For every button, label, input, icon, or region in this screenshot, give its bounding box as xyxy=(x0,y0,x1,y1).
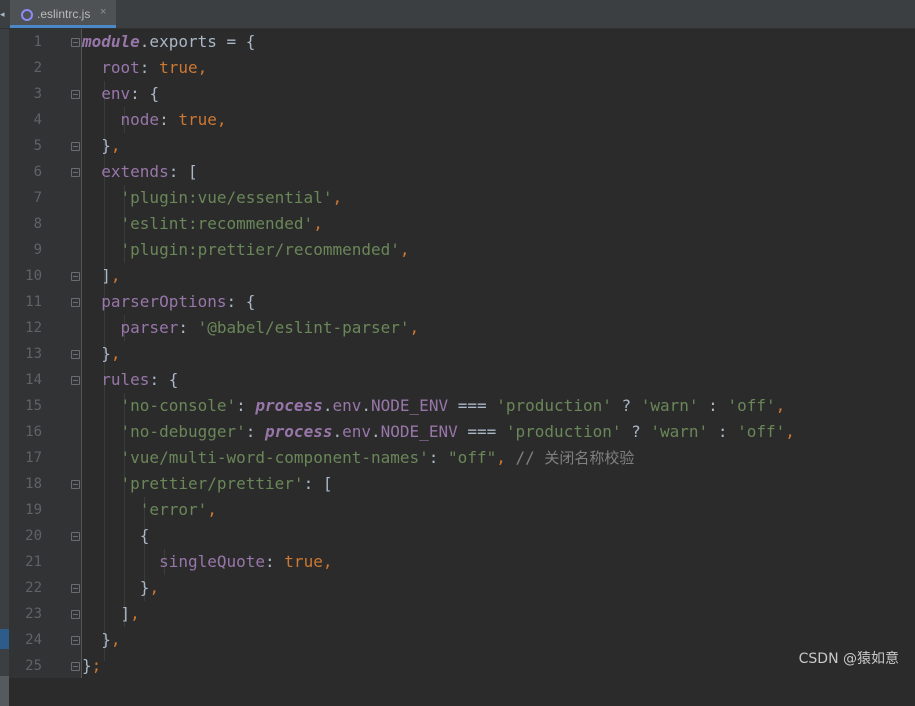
tab-filename: .eslintrc.js xyxy=(37,7,91,21)
tab-eslintrc[interactable]: .eslintrc.js × xyxy=(10,0,116,28)
code-line: ], xyxy=(120,604,140,623)
strip-marker[interactable] xyxy=(0,629,9,649)
watermark: CSDN @猿如意 xyxy=(798,651,899,667)
line-number[interactable]: 18 xyxy=(9,471,42,497)
code-line: }, xyxy=(139,578,160,597)
fold-marker-icon[interactable] xyxy=(71,662,80,671)
line-number[interactable]: 25 xyxy=(9,653,42,679)
eslint-config-icon xyxy=(21,9,33,21)
fold-marker-icon[interactable] xyxy=(71,272,80,281)
line-number[interactable]: 5 xyxy=(9,133,42,159)
code-line: 'plugin:vue/essential', xyxy=(120,188,343,207)
fold-marker-icon[interactable] xyxy=(71,532,80,541)
code-line: extends: [ xyxy=(101,162,198,181)
code-line: 'no-console': process.env.NODE_ENV === '… xyxy=(120,396,786,415)
code-line: }, xyxy=(101,344,121,363)
fold-marker-icon[interactable] xyxy=(71,142,80,151)
code-line: 'prettier/prettier': [ xyxy=(120,474,333,493)
fold-marker-icon[interactable] xyxy=(71,168,80,177)
code-line: root: true, xyxy=(101,58,208,77)
code-editor[interactable]: module.exports = { root: true, env: { no… xyxy=(82,29,915,678)
code-line: }, xyxy=(101,136,121,155)
line-number[interactable]: 2 xyxy=(9,55,42,81)
tab-scroll-arrow-icon[interactable]: ◂ xyxy=(0,10,5,20)
code-line: 'error', xyxy=(139,500,217,519)
code-line: }; xyxy=(82,656,102,675)
code-line: env: { xyxy=(101,84,160,103)
line-number[interactable]: 12 xyxy=(9,315,42,341)
code-line: singleQuote: true, xyxy=(159,552,333,571)
line-number[interactable]: 23 xyxy=(9,601,42,627)
line-number[interactable]: 1 xyxy=(9,29,42,55)
code-line: module.exports = { xyxy=(82,32,256,51)
tool-window-strip xyxy=(0,29,9,706)
code-line: parserOptions: { xyxy=(101,292,256,311)
line-number[interactable]: 7 xyxy=(9,185,42,211)
fold-marker-icon[interactable] xyxy=(71,584,80,593)
fold-marker-icon[interactable] xyxy=(71,38,80,47)
code-line: 'vue/multi-word-component-names': "off",… xyxy=(120,448,635,467)
editor-tab-bar: ◂ .eslintrc.js × xyxy=(0,0,915,29)
line-number[interactable]: 19 xyxy=(9,497,42,523)
strip-marker[interactable] xyxy=(0,676,9,706)
fold-marker-icon[interactable] xyxy=(71,636,80,645)
fold-marker-icon[interactable] xyxy=(71,610,80,619)
line-number[interactable]: 17 xyxy=(9,445,42,471)
code-line: parser: '@babel/eslint-parser', xyxy=(120,318,420,337)
line-number[interactable]: 15 xyxy=(9,393,42,419)
line-number[interactable]: 6 xyxy=(9,159,42,185)
line-number[interactable]: 13 xyxy=(9,341,42,367)
line-number[interactable]: 11 xyxy=(9,289,42,315)
code-line: ], xyxy=(101,266,121,285)
line-number[interactable]: 4 xyxy=(9,107,42,133)
line-number[interactable]: 22 xyxy=(9,575,42,601)
code-line: 'plugin:prettier/recommended', xyxy=(120,240,410,259)
fold-marker-icon[interactable] xyxy=(71,350,80,359)
code-line: 'eslint:recommended', xyxy=(120,214,323,233)
line-number[interactable]: 14 xyxy=(9,367,42,393)
code-line: }, xyxy=(101,630,121,649)
line-number[interactable]: 3 xyxy=(9,81,42,107)
code-line: rules: { xyxy=(101,370,179,389)
line-number[interactable]: 20 xyxy=(9,523,42,549)
tab-close-icon[interactable]: × xyxy=(100,6,106,18)
line-number[interactable]: 10 xyxy=(9,263,42,289)
line-number[interactable]: 16 xyxy=(9,419,42,445)
line-number[interactable]: 24 xyxy=(9,627,42,653)
fold-marker-icon[interactable] xyxy=(71,298,80,307)
line-number[interactable]: 8 xyxy=(9,211,42,237)
code-line: node: true, xyxy=(120,110,227,129)
line-number[interactable]: 9 xyxy=(9,237,42,263)
code-line: { xyxy=(139,526,150,545)
fold-marker-icon[interactable] xyxy=(71,480,80,489)
fold-marker-icon[interactable] xyxy=(71,90,80,99)
fold-marker-icon[interactable] xyxy=(71,376,80,385)
code-line: 'no-debugger': process.env.NODE_ENV === … xyxy=(120,422,795,441)
line-number[interactable]: 21 xyxy=(9,549,42,575)
line-number-gutter[interactable]: 1 2 3 4 5 6 7 8 9 10 11 12 13 14 15 16 17 18 19 20 21 22 23 24 2… xyxy=(9,29,82,678)
